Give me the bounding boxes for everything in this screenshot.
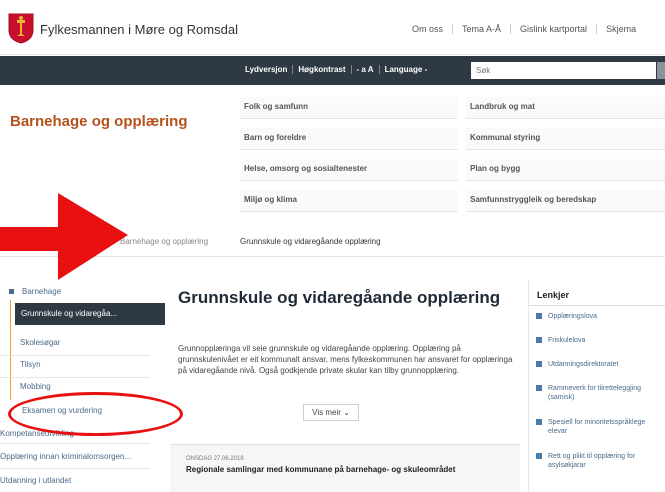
link-icon bbox=[536, 361, 542, 367]
nav-divider bbox=[0, 377, 150, 378]
news-date: ONSDAG 27.06.2018 bbox=[186, 456, 244, 462]
section-title[interactable]: Barnehage og opplæring bbox=[10, 113, 188, 130]
coat-of-arms-logo[interactable] bbox=[8, 12, 34, 44]
site-title[interactable]: Fylkesmannen i Møre og Romsdal bbox=[40, 22, 238, 37]
font-size-link[interactable]: - a A bbox=[350, 65, 379, 74]
menu-item-barn-og-foreldre[interactable]: Barn og foreldre bbox=[240, 128, 458, 150]
menu-item-kommunal-styring[interactable]: Kommunal styring bbox=[466, 128, 665, 150]
search-input[interactable] bbox=[471, 62, 656, 79]
search-button[interactable] bbox=[657, 62, 665, 79]
intro-text: Grunnopplæringa vil seie grunnskule og v… bbox=[178, 344, 513, 375]
read-more-button[interactable]: Vis meir ⌄ bbox=[303, 404, 359, 421]
links-title: Lenkjer bbox=[537, 290, 570, 300]
menu-item-samfunnstryggleik[interactable]: Samfunnstryggleik og beredskap bbox=[466, 190, 665, 212]
menu-item-folk-og-samfunn[interactable]: Folk og samfunn bbox=[240, 97, 458, 119]
top-links: Om oss Tema A-Å Gislink kartportal Skjem… bbox=[412, 24, 645, 34]
menu-item-helse-omsorg[interactable]: Helse, omsorg og sosialtenester bbox=[240, 159, 458, 181]
high-contrast-link[interactable]: Høgkontrast bbox=[292, 65, 350, 74]
top-link-about[interactable]: Om oss bbox=[412, 24, 452, 34]
news-title[interactable]: Regionale samlingar med kommunane på bar… bbox=[186, 465, 506, 475]
sidebar-item-grunnskule[interactable]: Grunnskule og vidaregåa... bbox=[15, 303, 165, 325]
news-item[interactable]: ONSDAG 27.06.2018 Regionale samlingar me… bbox=[170, 444, 520, 492]
audio-version-link[interactable]: Lydversjon bbox=[240, 65, 292, 74]
site-header: Fylkesmannen i Møre og Romsdal Om oss Te… bbox=[0, 0, 665, 55]
link-icon bbox=[536, 385, 542, 391]
sidebar-item-skolesogar[interactable]: Skolesøgar bbox=[20, 338, 60, 347]
top-link-topics[interactable]: Tema A-Å bbox=[452, 24, 510, 34]
language-link[interactable]: Language - bbox=[378, 65, 433, 74]
nav-rail bbox=[10, 300, 11, 400]
sidebar-item-kriminalomsorg[interactable]: Opplæring innan kriminalomsorgen... bbox=[0, 452, 131, 461]
link-icon bbox=[536, 453, 542, 459]
nav-divider bbox=[0, 355, 150, 356]
nav-divider bbox=[0, 468, 150, 469]
red-arrow-annotation bbox=[0, 193, 128, 280]
red-circle-annotation bbox=[8, 392, 183, 436]
breadcrumb-current: Grunnskule og vidaregåande opplæring bbox=[240, 237, 381, 246]
sidebar-item-mobbing[interactable]: Mobbing bbox=[20, 382, 51, 391]
menu-item-plan-og-bygg[interactable]: Plan og bygg bbox=[466, 159, 665, 181]
utility-bar: Lydversjon Høgkontrast - a A Language - bbox=[0, 56, 665, 85]
top-link-forms[interactable]: Skjema bbox=[596, 24, 645, 34]
links-panel: Lenkjer Opplæringslova Friskulelova Utda… bbox=[528, 280, 665, 492]
read-more-label: Vis meir bbox=[312, 408, 341, 417]
link-icon bbox=[536, 337, 542, 343]
link-icon bbox=[536, 313, 542, 319]
link-icon bbox=[536, 419, 542, 425]
top-link-map-portal[interactable]: Gislink kartportal bbox=[510, 24, 596, 34]
chevron-down-icon: ⌄ bbox=[343, 408, 350, 417]
sidebar-item-utlandet[interactable]: Utdanning i utlandet bbox=[0, 476, 71, 485]
menu-item-landbruk-og-mat[interactable]: Landbruk og mat bbox=[466, 97, 665, 119]
page-title: Grunnskule og vidaregåande opplæring bbox=[178, 288, 501, 307]
nav-divider bbox=[0, 443, 150, 444]
menu-item-miljo-og-klima[interactable]: Miljø og klima bbox=[240, 190, 458, 212]
sidebar-item-tilsyn[interactable]: Tilsyn bbox=[20, 360, 41, 369]
links-divider bbox=[529, 305, 665, 306]
utility-links: Lydversjon Høgkontrast - a A Language - bbox=[240, 65, 432, 74]
